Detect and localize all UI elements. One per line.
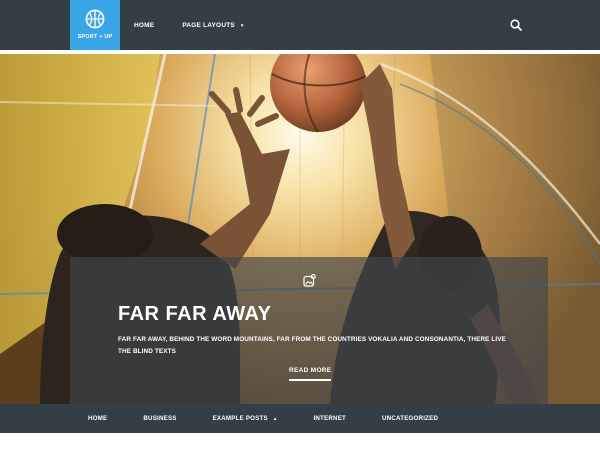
logo-text: SPORT + UP xyxy=(77,34,113,40)
nav-item-example-posts[interactable]: EXAMPLE POSTS ▲ xyxy=(213,415,278,422)
nav-item-label: HOME xyxy=(88,415,108,422)
nav-item-home[interactable]: HOME xyxy=(88,415,107,422)
secondary-navigation-bar: HOME BUSINESS EXAMPLE POSTS ▲ INTERNET U… xyxy=(0,404,600,433)
nav-item-label: HOME xyxy=(134,21,155,29)
post-excerpt: FAR FAR AWAY, BEHIND THE WORD MOUNTAINS,… xyxy=(118,336,507,355)
nav-item-home[interactable]: HOME xyxy=(134,22,154,29)
nav-item-page-layouts[interactable]: PAGE LAYOUTS ▼ xyxy=(182,22,244,29)
post-title[interactable]: FAR FAR AWAY xyxy=(118,303,271,326)
nav-item-internet[interactable]: INTERNET xyxy=(313,415,346,422)
page-bottom-area xyxy=(0,433,600,450)
nav-item-label: INTERNET xyxy=(313,415,347,422)
caret-down-icon: ▼ xyxy=(239,22,245,28)
nav-item-business[interactable]: BUSINESS xyxy=(143,415,176,422)
site-logo[interactable]: SPORT + UP xyxy=(70,0,120,50)
nav-item-label: EXAMPLE POSTS xyxy=(212,415,268,422)
nav-item-uncategorized[interactable]: UNCATEGORIZED xyxy=(382,415,438,422)
secondary-menu: HOME BUSINESS EXAMPLE POSTS ▲ INTERNET U… xyxy=(88,404,474,433)
hero-slider: FAR FAR AWAY FAR FAR AWAY, BEHIND THE WO… xyxy=(0,54,600,404)
nav-item-label: BUSINESS xyxy=(143,415,177,422)
search-icon[interactable] xyxy=(510,19,522,31)
primary-menu: HOME PAGE LAYOUTS ▼ xyxy=(134,0,273,50)
slide-caption: FAR FAR AWAY FAR FAR AWAY, BEHIND THE WO… xyxy=(70,257,548,404)
basketball-icon xyxy=(85,9,105,29)
read-more-link[interactable]: READ MORE xyxy=(289,367,332,381)
nav-item-label: UNCATEGORIZED xyxy=(382,415,439,422)
top-navigation-bar: SPORT + UP HOME PAGE LAYOUTS ▼ xyxy=(0,0,600,50)
nav-item-label: PAGE LAYOUTS xyxy=(182,21,235,29)
image-format-icon xyxy=(303,274,316,287)
caret-up-icon: ▲ xyxy=(272,416,278,421)
